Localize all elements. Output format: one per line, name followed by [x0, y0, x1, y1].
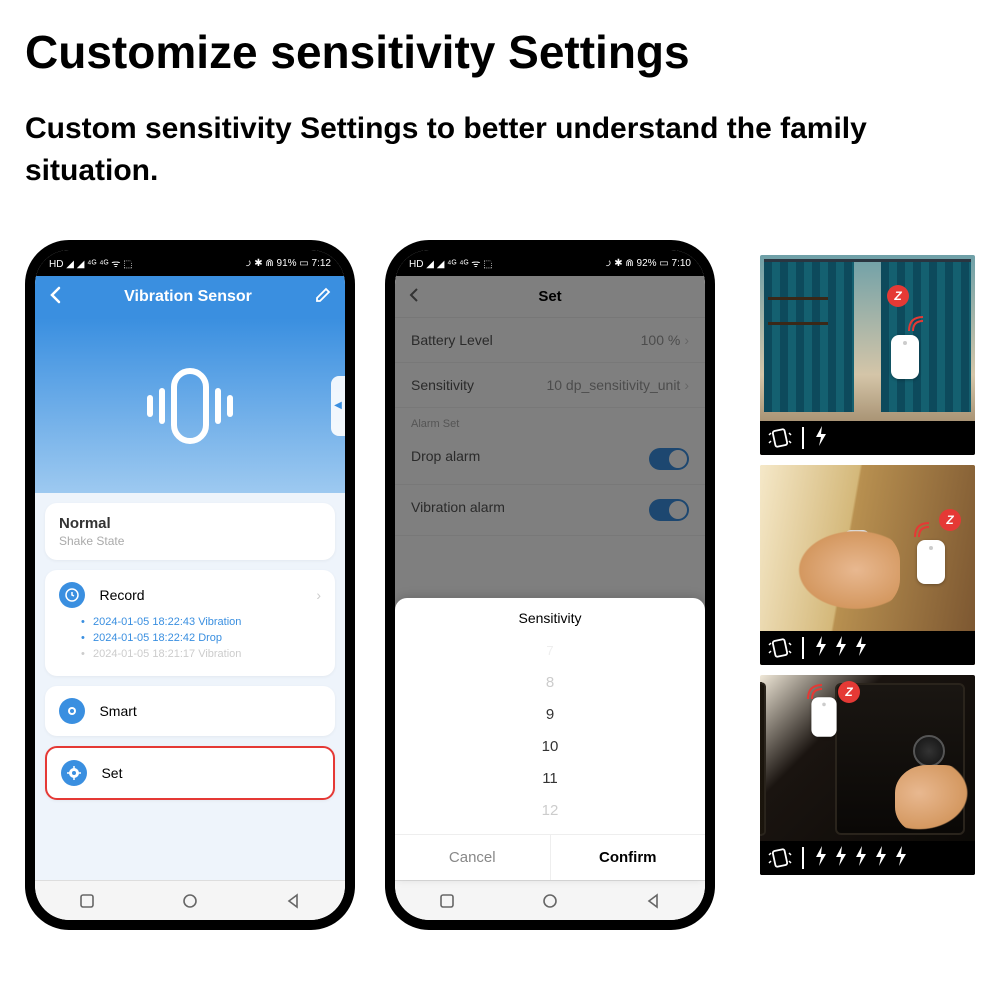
scenario-safe: Z: [760, 675, 975, 875]
nav-recent-icon[interactable]: [432, 886, 462, 916]
bolt-icon: [854, 635, 868, 662]
state-card: Normal Shake State: [45, 503, 335, 560]
phone-mockup-settings: HD ◢ ◢ ⁴ᴳ ⁴ᴳ ᯤ ⬚ ᴺ ⊘ ✱ ⋒ 92% ▭ 7:10 Set …: [385, 240, 715, 930]
set-card[interactable]: Set: [45, 746, 335, 800]
set-label: Set: [101, 765, 122, 781]
bolt-icon: [814, 845, 828, 872]
phone-mockup-main: HD ◢ ◢ ⁴ᴳ ⁴ᴳ ᯤ ⬚ ᴺ ⊘ ✱ ⋒ 91% ▭ 7:12 Vibr…: [25, 240, 355, 930]
scenario-thumbnails: Z Z: [760, 255, 975, 875]
status-right: ᴺ ⊘ ✱ ⋒ 92% ▭ 7:10: [596, 258, 691, 269]
page-heading: Customize sensitivity Settings: [25, 25, 690, 79]
state-title: Normal: [59, 515, 321, 532]
vibration-icon: [768, 847, 792, 869]
smart-label: Smart: [99, 703, 136, 719]
android-navbar: [395, 880, 705, 920]
android-navbar: [35, 880, 345, 920]
log-item: 2024-01-05 18:21:17 Vibration: [93, 648, 321, 660]
picker-item-selected[interactable]: 10: [542, 730, 559, 762]
record-card[interactable]: Record › 2024-01-05 18:22:43 Vibration 2…: [45, 570, 335, 676]
sensor-visual: ◀: [35, 318, 345, 493]
signal-icon: [901, 309, 931, 339]
nav-recent-icon[interactable]: [72, 886, 102, 916]
bolt-icon: [814, 425, 828, 452]
signal-icon: [800, 677, 830, 707]
sensitivity-picker: Sensitivity 7 8 9 10 11 12 13 Cancel Con…: [395, 598, 705, 880]
app-header: Vibration Sensor: [35, 276, 345, 318]
picker-cancel-button[interactable]: Cancel: [395, 835, 551, 880]
zigbee-icon: Z: [887, 285, 909, 307]
picker-item[interactable]: 13: [543, 826, 557, 834]
bolt-icon: [874, 845, 888, 872]
log-item: 2024-01-05 18:22:42 Drop: [93, 632, 321, 644]
nav-home-icon[interactable]: [535, 886, 565, 916]
status-left: HD ◢ ◢ ⁴ᴳ ⁴ᴳ ᯤ ⬚: [49, 256, 133, 270]
zigbee-icon: Z: [838, 681, 860, 703]
picker-item[interactable]: 8: [546, 666, 554, 698]
picker-item[interactable]: 12: [542, 794, 559, 826]
smart-icon: [59, 698, 85, 724]
bolt-icon: [834, 635, 848, 662]
signal-icon: [907, 515, 937, 545]
edit-icon[interactable]: [315, 287, 331, 308]
bolt-icon: [894, 845, 908, 872]
vibration-icon: [768, 637, 792, 659]
vibration-sensor-icon: [147, 368, 233, 444]
record-label: Record: [99, 587, 144, 603]
status-right: ᴺ ⊘ ✱ ⋒ 91% ▭ 7:12: [236, 258, 331, 269]
scenario-door-handle: Z: [760, 465, 975, 665]
nav-home-icon[interactable]: [175, 886, 205, 916]
smart-card[interactable]: Smart: [45, 686, 335, 736]
scenario-curtain: Z: [760, 255, 975, 455]
nav-back-icon[interactable]: [638, 886, 668, 916]
bolt-icon: [814, 635, 828, 662]
status-left: HD ◢ ◢ ⁴ᴳ ⁴ᴳ ᯤ ⬚: [409, 256, 493, 270]
picker-title: Sensitivity: [395, 610, 705, 626]
cards-area: Normal Shake State Record ›: [35, 493, 345, 880]
log-item: 2024-01-05 18:22:43 Vibration: [93, 616, 321, 628]
bolt-icon: [834, 845, 848, 872]
nav-back-icon[interactable]: [278, 886, 308, 916]
chevron-right-icon: ›: [316, 587, 321, 603]
gear-icon: [61, 760, 87, 786]
phone-notch: [130, 250, 250, 270]
picker-list[interactable]: 7 8 9 10 11 12 13: [395, 634, 705, 834]
bolt-icon: [854, 845, 868, 872]
zigbee-icon: Z: [939, 509, 961, 531]
picker-item[interactable]: 11: [542, 762, 558, 794]
back-icon[interactable]: [49, 286, 61, 309]
picker-item[interactable]: 9: [546, 698, 554, 730]
picker-item[interactable]: 7: [546, 634, 553, 666]
phone-notch: [490, 250, 610, 270]
picker-confirm-button[interactable]: Confirm: [551, 835, 706, 880]
vibration-icon: [768, 427, 792, 449]
page-subheading: Custom sensitivity Settings to better un…: [25, 108, 925, 192]
header-title: Vibration Sensor: [124, 288, 252, 306]
state-subtitle: Shake State: [59, 534, 321, 548]
clock-icon: [59, 582, 85, 608]
side-tab-handle[interactable]: ◀: [331, 376, 345, 436]
